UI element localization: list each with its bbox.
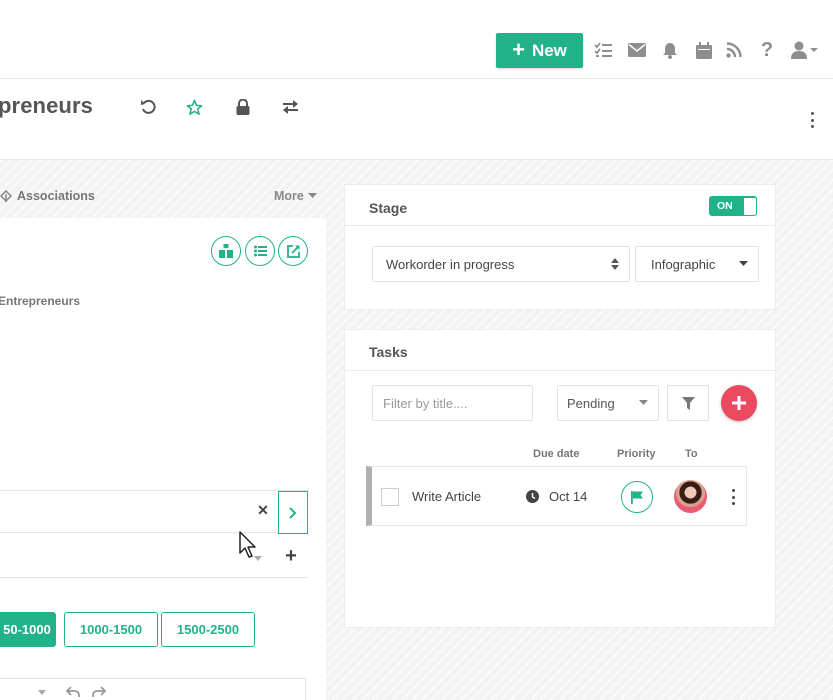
caret-down-icon (307, 193, 317, 198)
help-icon[interactable]: ? (757, 39, 777, 61)
undo-icon[interactable] (138, 97, 158, 117)
undo-icon[interactable] (66, 686, 80, 697)
list-view-button[interactable] (245, 236, 275, 266)
plus-icon: + (512, 36, 525, 62)
status-select[interactable]: Pending (557, 385, 659, 421)
star-icon[interactable] (184, 97, 204, 117)
more-dropdown[interactable]: More (274, 189, 317, 203)
plus-icon (732, 396, 746, 410)
user-menu-icon[interactable] (790, 40, 820, 60)
more-label: More (274, 189, 304, 203)
sort-arrows-icon (611, 247, 619, 281)
associations-label: Associations (17, 189, 95, 203)
task-row[interactable]: Write Article Oct 14 (366, 466, 747, 526)
assignee-avatar[interactable] (674, 480, 707, 513)
tasks-card-header: Tasks (345, 330, 775, 371)
task-due-date: Oct 14 (549, 489, 588, 504)
range-button-2[interactable]: 1000-1500 (64, 612, 158, 647)
next-button[interactable] (278, 491, 308, 534)
toggle-knob (744, 197, 756, 215)
org-chart-button[interactable] (211, 236, 241, 266)
associations-tab[interactable]: Associations (0, 189, 95, 203)
range-button-3[interactable]: 1500-2500 (161, 612, 255, 647)
clear-icon[interactable]: ✕ (256, 502, 270, 518)
flag-icon (631, 490, 643, 504)
priority-column-header[interactable]: Priority (617, 448, 656, 460)
associations-icon (0, 190, 12, 202)
priority-flag-button[interactable] (621, 481, 653, 513)
page-title: preneurs (0, 93, 93, 118)
list-icon (253, 245, 267, 257)
stage-card: Stage ON Workorder in progress Infograph… (345, 185, 775, 309)
stage-title: Stage (369, 200, 408, 216)
view-select[interactable]: Infographic (635, 246, 759, 282)
lock-icon[interactable] (233, 97, 253, 117)
top-navbar: + New ? (0, 0, 833, 79)
org-chart-icon (219, 244, 233, 258)
left-panel: Entrepreneurs ✕ + 50-1000 1000-1500 1500… (0, 218, 326, 700)
toggle-label: ON (717, 200, 733, 212)
filter-button[interactable] (667, 385, 709, 421)
add-task-button[interactable] (721, 385, 757, 421)
task-checkbox[interactable] (381, 488, 399, 506)
calendar-icon[interactable] (694, 40, 714, 60)
entrepreneurs-label: Entrepreneurs (0, 294, 81, 308)
caret-down-icon (639, 386, 648, 420)
status-select-value: Pending (567, 395, 615, 411)
tasks-title: Tasks (369, 344, 408, 360)
rss-icon[interactable] (724, 40, 744, 60)
range-button-1[interactable]: 50-1000 (0, 612, 56, 647)
to-column-header[interactable]: To (685, 448, 698, 460)
filter-by-title-input[interactable] (372, 385, 533, 421)
new-button-label: New (531, 40, 567, 60)
filter-icon (681, 396, 695, 410)
stage-select[interactable]: Workorder in progress (372, 246, 630, 282)
swap-icon[interactable] (280, 97, 300, 117)
stage-toggle[interactable]: ON (709, 196, 757, 216)
chevron-right-icon (289, 506, 297, 519)
editor-toolbar (0, 678, 306, 700)
search-input-row[interactable]: ✕ (0, 490, 308, 534)
redo-icon[interactable] (92, 686, 106, 697)
tasks-icon[interactable] (593, 40, 613, 60)
external-link-icon (286, 244, 300, 258)
caret-down-icon[interactable] (38, 690, 46, 695)
task-more-icon[interactable] (730, 489, 736, 505)
more-options-icon[interactable] (806, 112, 818, 128)
clock-icon (526, 490, 539, 503)
record-titlebar: preneurs (0, 79, 833, 160)
due-date-column-header[interactable]: Due date (533, 448, 579, 460)
open-external-button[interactable] (278, 236, 308, 266)
left-panel-header: Associations More (0, 184, 326, 210)
stage-select-value: Workorder in progress (386, 256, 515, 272)
view-select-value: Infographic (651, 256, 716, 272)
add-icon[interactable]: + (283, 546, 299, 566)
stage-card-header: Stage ON (345, 185, 775, 226)
select-row[interactable] (0, 536, 308, 578)
task-title[interactable]: Write Article (412, 489, 481, 504)
new-button[interactable]: + New (496, 33, 583, 68)
tasks-card: Tasks Pending Due date Priority To Write… (345, 330, 775, 627)
bell-icon[interactable] (660, 40, 680, 60)
mouse-cursor-icon (239, 531, 256, 558)
caret-down-icon (739, 247, 748, 281)
mail-icon[interactable] (627, 40, 647, 60)
